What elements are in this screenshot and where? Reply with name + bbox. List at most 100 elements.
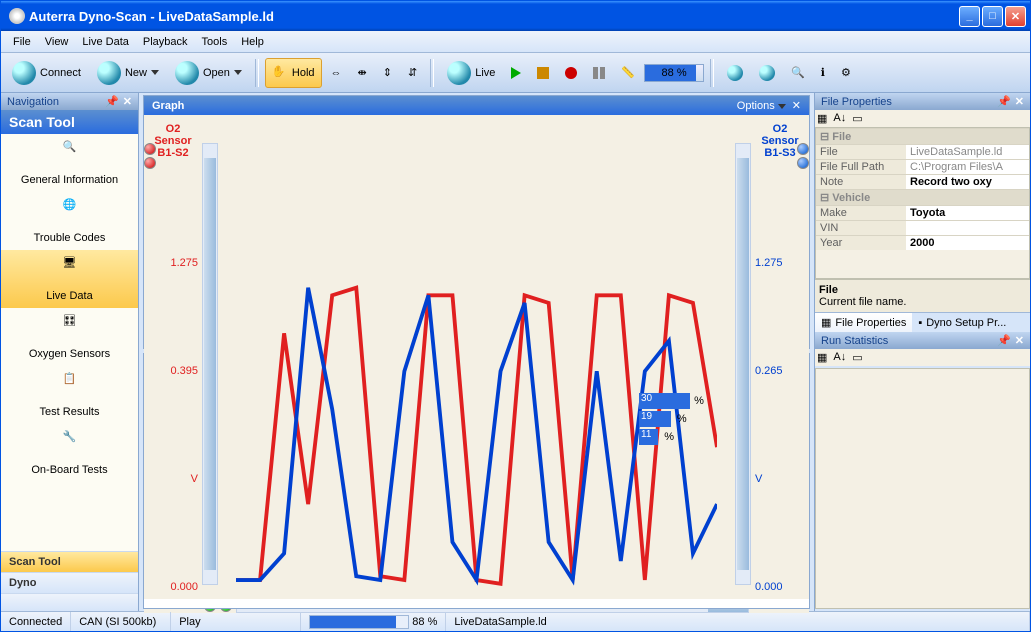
nav-expand[interactable] <box>1 593 138 611</box>
props-page-icon[interactable]: ▭ <box>852 112 862 125</box>
search-button[interactable] <box>720 58 750 88</box>
connect-icon <box>12 61 36 85</box>
nav-oxygen-sensors[interactable]: 🎛Oxygen Sensors <box>1 308 138 366</box>
play-button[interactable] <box>504 58 528 88</box>
new-button[interactable]: New <box>90 58 166 88</box>
graph-close-button[interactable]: ✕ <box>792 99 801 112</box>
shrink-h-button[interactable]: ⇼ <box>351 58 374 88</box>
right-axis-max: 1.275 <box>755 257 783 269</box>
menu-tools[interactable]: Tools <box>196 34 234 50</box>
expand-v-button[interactable]: ⇕ <box>376 58 399 88</box>
settings-button[interactable]: ⚙ <box>834 58 858 88</box>
chart-plot[interactable] <box>218 115 735 599</box>
nav-live-data[interactable]: 🖥Live Data <box>1 250 138 308</box>
nav-onboard-tests[interactable]: 🔧On-Board Tests <box>1 424 138 482</box>
sort-icon[interactable]: A↓ <box>833 351 846 364</box>
marker-button[interactable]: 📏 <box>614 58 642 88</box>
nav-group-dyno[interactable]: Dyno <box>1 572 138 593</box>
left-axis-max: 1.275 <box>170 257 198 269</box>
prop-file[interactable]: LiveDataSample.ld <box>906 145 1029 159</box>
magnify-icon <box>727 65 743 81</box>
prop-year[interactable]: 2000 <box>906 236 1029 250</box>
arrows-in-v-icon: ⇵ <box>408 66 417 79</box>
window-title: Auterra Dyno-Scan - LiveDataSample.ld <box>29 9 959 24</box>
tab-dyno-setup[interactable]: ▪ Dyno Setup Pr... <box>912 313 1012 332</box>
status-playback: Play <box>171 612 301 631</box>
prop-grid-toolbar: ▦ A↓ ▭ <box>815 110 1030 127</box>
expand-h-button[interactable]: ⇔ <box>324 58 349 88</box>
status-dot-blue[interactable] <box>797 143 809 155</box>
tab-file-properties[interactable]: ▦ File Properties <box>815 313 912 332</box>
categorize-icon[interactable]: ▦ <box>817 112 827 125</box>
status-dot-blue[interactable] <box>797 157 809 169</box>
magnifier-icon: 🔍 <box>54 140 86 172</box>
shrink-v-button[interactable]: ⇵ <box>401 58 424 88</box>
dropdown-icon <box>234 70 242 75</box>
run-stats-grid <box>815 368 1030 609</box>
pause-button[interactable] <box>586 58 612 88</box>
scan-tool-title: Scan Tool <box>1 110 138 134</box>
pin-icon[interactable]: 📌 <box>105 96 119 108</box>
monitor-icon: 🖥 <box>54 256 86 288</box>
open-button[interactable]: Open <box>168 58 249 88</box>
right-axis-mid: 0.265 <box>755 365 783 377</box>
menu-live-data[interactable]: Live Data <box>76 34 134 50</box>
hold-button[interactable]: ✋Hold <box>265 58 322 88</box>
connect-button[interactable]: Connect <box>5 58 88 88</box>
categorize-icon[interactable]: ▦ <box>817 351 827 364</box>
clipboard-icon: 📋 <box>54 372 86 404</box>
nav-trouble-codes[interactable]: 🌐Trouble Codes <box>1 192 138 250</box>
world-button[interactable] <box>752 58 782 88</box>
arrows-h-icon: ⇔ <box>331 67 342 79</box>
status-dot-red[interactable] <box>144 157 156 169</box>
graph-options-button[interactable]: Options <box>737 100 786 112</box>
prop-description: FileCurrent file name. <box>815 279 1030 312</box>
pane-close-button[interactable]: ✕ <box>1015 335 1024 347</box>
prop-file-path[interactable]: C:\Program Files\A <box>906 160 1029 174</box>
run-stats-header: Run Statistics 📌✕ <box>815 332 1030 349</box>
live-button[interactable]: Live <box>440 58 502 88</box>
menu-bar: File View Live Data Playback Tools Help <box>1 31 1030 53</box>
menu-file[interactable]: File <box>7 34 37 50</box>
prop-make[interactable]: Toyota <box>906 206 1029 220</box>
status-dot-red[interactable] <box>144 143 156 155</box>
ruler-icon: 📏 <box>621 66 635 79</box>
prop-note[interactable]: Record two oxy <box>906 175 1029 189</box>
menu-help[interactable]: Help <box>235 34 270 50</box>
maximize-button[interactable]: □ <box>982 6 1003 27</box>
live-icon <box>447 61 471 85</box>
menu-view[interactable]: View <box>39 34 75 50</box>
menu-playback[interactable]: Playback <box>137 34 194 50</box>
minimize-button[interactable]: _ <box>959 6 980 27</box>
navigation-pane: Navigation 📌✕ Scan Tool 🔍General Informa… <box>1 93 139 611</box>
record-button[interactable] <box>558 58 584 88</box>
props-page-icon[interactable]: ▭ <box>852 351 862 364</box>
status-protocol: CAN (SI 500kb) <box>71 612 171 631</box>
status-file: LiveDataSample.ld <box>446 612 1030 631</box>
stop-button[interactable] <box>530 58 556 88</box>
left-axis-unit: V <box>191 473 198 485</box>
file-props-header: File Properties 📌✕ <box>815 93 1030 110</box>
main-toolbar: Connect New Open ✋Hold ⇔ ⇼ ⇕ ⇵ Live 📏 88… <box>1 53 1030 93</box>
globe-icon <box>759 65 775 81</box>
sort-icon[interactable]: A↓ <box>833 112 846 125</box>
pane-close-button[interactable]: ✕ <box>1015 96 1024 108</box>
window-titlebar: Auterra Dyno-Scan - LiveDataSample.ld _ … <box>1 1 1030 31</box>
status-connection: Connected <box>1 612 71 631</box>
prop-vin[interactable] <box>906 221 1029 235</box>
left-scroll[interactable] <box>202 143 218 585</box>
nav-test-results[interactable]: 📋Test Results <box>1 366 138 424</box>
right-scroll[interactable] <box>735 143 751 585</box>
pin-icon[interactable]: 📌 <box>997 96 1011 108</box>
info-button[interactable]: ℹ <box>814 58 832 88</box>
pane-close-button[interactable]: ✕ <box>123 96 132 108</box>
zoom-button[interactable]: 🔍 <box>784 58 812 88</box>
close-button[interactable]: ✕ <box>1005 6 1026 27</box>
zoom-icon: 🔍 <box>791 66 805 79</box>
pin-icon[interactable]: 📌 <box>997 335 1011 347</box>
nav-general-information[interactable]: 🔍General Information <box>1 134 138 192</box>
left-axis-mid: 0.395 <box>170 365 198 377</box>
nav-group-scan-tool[interactable]: Scan Tool <box>1 551 138 572</box>
hand-icon: ✋ <box>272 65 288 81</box>
warning-globe-icon: 🌐 <box>54 198 86 230</box>
